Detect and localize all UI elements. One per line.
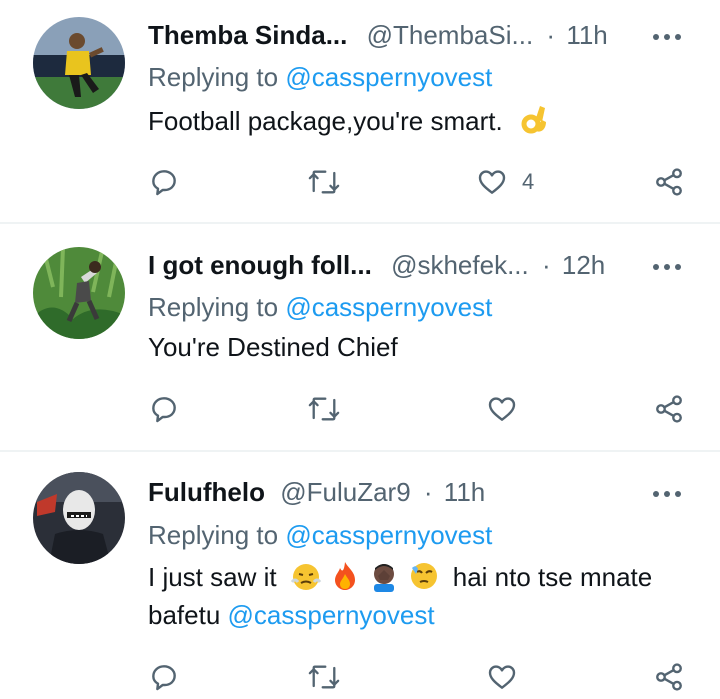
ok-hand-icon — [518, 104, 550, 136]
triumph-face-icon — [290, 560, 322, 592]
fire-icon — [329, 560, 361, 592]
like-button[interactable]: 4 — [476, 162, 534, 202]
tweet-2[interactable]: I got enough foll... @skhefek... · 12h R… — [0, 224, 720, 450]
share-icon — [656, 168, 682, 196]
tweet-header: Themba Sinda... @ThembaSi... · 11h — [148, 15, 608, 55]
replying-prefix: Replying to — [148, 62, 286, 92]
separator-dot: · — [423, 477, 433, 507]
tweet-text-part1: I just saw it — [148, 562, 277, 592]
more-dots-icon[interactable] — [650, 27, 684, 47]
tweet-3[interactable]: Fulufhelo @FuluZar9 · 11h Replying to @c… — [0, 452, 720, 699]
inline-mention[interactable]: @casspernyovest — [228, 600, 435, 630]
speech-bubble-icon — [152, 170, 176, 196]
tweet-header: Fulufhelo @FuluZar9 · 11h — [148, 472, 485, 512]
timestamp[interactable]: 11h — [566, 20, 607, 50]
user-handle[interactable]: @FuluZar9 — [280, 477, 410, 507]
heart-icon — [478, 170, 506, 194]
sad-relieved-face-icon — [408, 560, 440, 592]
tweet-text-line2: bafetu — [148, 600, 221, 630]
tweet-text-content: Football package,you're smart. — [148, 106, 503, 136]
tweet-actions: 4 — [0, 162, 720, 202]
tweet-actions — [0, 389, 720, 429]
tweet-text-part2: hai nto tse mnate — [452, 562, 653, 592]
tweet-text-content: You're Destined Chief — [148, 332, 398, 362]
retweet-icon — [308, 170, 340, 194]
avatar[interactable] — [33, 17, 125, 109]
replying-prefix: Replying to — [148, 520, 286, 550]
speech-bubble-icon — [152, 397, 176, 423]
replying-to-mention[interactable]: @casspernyovest — [285, 292, 492, 322]
replying-prefix: Replying to — [148, 292, 286, 322]
like-count: 4 — [522, 169, 535, 194]
tweet-header: I got enough foll... @skhefek... · 12h — [148, 245, 605, 285]
timestamp[interactable]: 11h — [444, 477, 485, 507]
tweet-1[interactable]: Themba Sinda... @ThembaSi... · 11h Reply… — [0, 0, 720, 222]
replying-to: Replying to @casspernyovest — [148, 518, 492, 552]
share-icon — [656, 663, 682, 691]
retweet-icon — [308, 665, 340, 689]
retweet-button[interactable] — [306, 162, 342, 202]
separator-dot: · — [541, 250, 551, 280]
speech-bubble-icon — [152, 665, 176, 691]
timestamp[interactable]: 12h — [562, 250, 605, 280]
retweet-button[interactable] — [306, 389, 342, 429]
like-button[interactable] — [486, 657, 518, 697]
share-button[interactable] — [653, 657, 685, 697]
display-name[interactable]: I got enough foll... — [148, 250, 372, 280]
share-button[interactable] — [653, 162, 685, 202]
heart-icon — [488, 397, 516, 421]
tweet-text: You're Destined Chief — [148, 328, 708, 366]
user-handle[interactable]: @skhefek... — [391, 250, 529, 280]
replying-to: Replying to @casspernyovest — [148, 290, 492, 324]
user-handle[interactable]: @ThembaSi... — [367, 20, 534, 50]
more-dots-icon[interactable] — [650, 484, 684, 504]
display-name[interactable]: Themba Sinda... — [148, 20, 347, 50]
display-name[interactable]: Fulufhelo — [148, 477, 265, 507]
tweet-text: Football package,you're smart. — [148, 102, 708, 140]
separator-dot: · — [546, 20, 556, 50]
reply-button[interactable] — [148, 389, 180, 429]
replying-to-mention[interactable]: @casspernyovest — [285, 62, 492, 92]
more-dots-icon[interactable] — [650, 257, 684, 277]
reply-button[interactable] — [148, 657, 180, 697]
replying-to: Replying to @casspernyovest — [148, 60, 492, 94]
tweet-text: I just saw it hai nto tse mnate bafetu @… — [148, 558, 708, 634]
avatar[interactable] — [33, 472, 125, 564]
avatar[interactable] — [33, 247, 125, 339]
heart-icon — [488, 665, 516, 689]
share-icon — [656, 395, 682, 423]
like-button[interactable] — [486, 389, 518, 429]
retweet-button[interactable] — [306, 657, 342, 697]
facepalm-man-icon — [368, 560, 400, 592]
share-button[interactable] — [653, 389, 685, 429]
tweet-actions — [0, 657, 720, 697]
replying-to-mention[interactable]: @casspernyovest — [285, 520, 492, 550]
retweet-icon — [308, 397, 340, 421]
reply-button[interactable] — [148, 162, 180, 202]
